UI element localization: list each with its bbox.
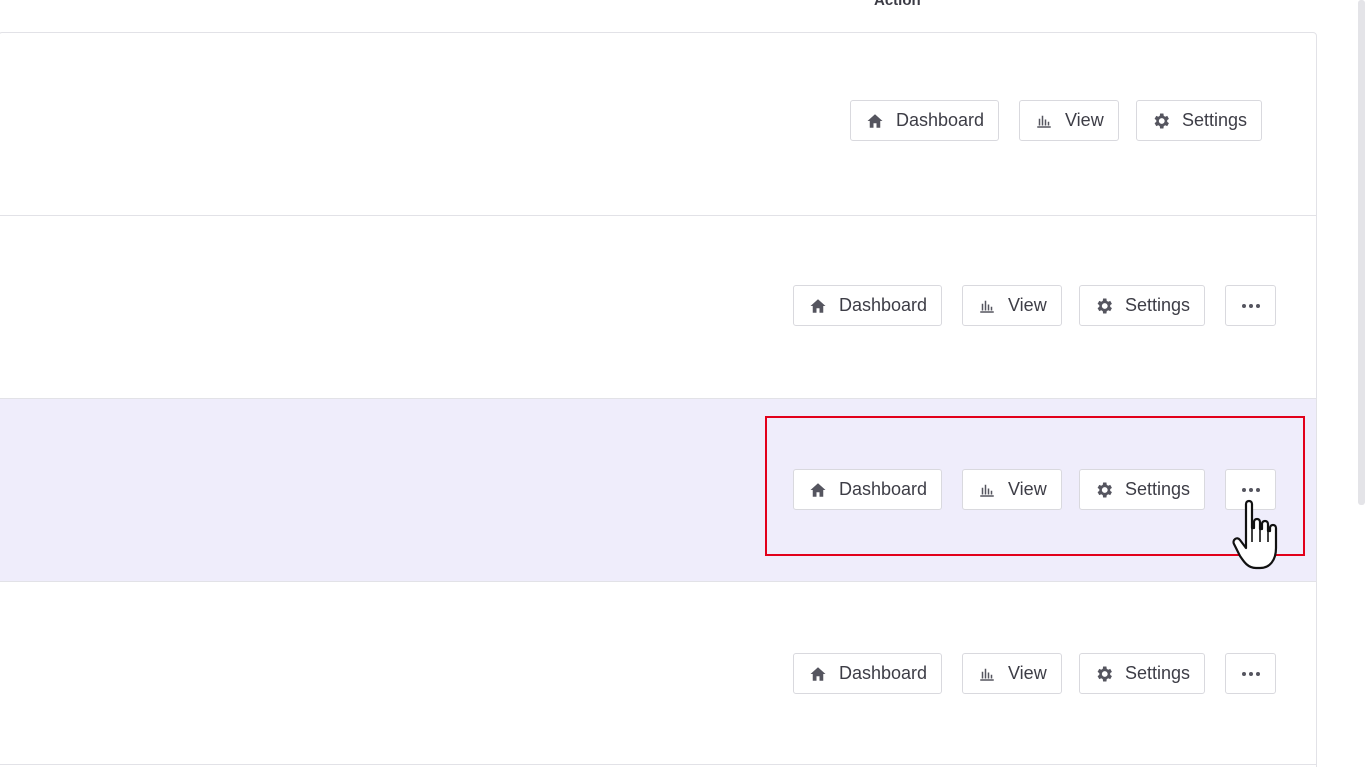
- gear-icon: [1094, 480, 1114, 500]
- settings-button[interactable]: Settings: [1079, 285, 1206, 326]
- actions-table: Dashboard View Settings Dashboard View S…: [0, 32, 1317, 767]
- gear-icon: [1094, 296, 1114, 316]
- dashboard-button[interactable]: Dashboard: [793, 469, 943, 510]
- settings-button-label: Settings: [1125, 663, 1191, 683]
- bar-chart-icon: [977, 664, 997, 684]
- settings-button[interactable]: Settings: [1079, 653, 1206, 694]
- dashboard-button[interactable]: Dashboard: [793, 653, 943, 694]
- view-button-label: View: [1008, 295, 1047, 315]
- gear-icon: [1151, 111, 1171, 131]
- bar-chart-icon: [1034, 111, 1054, 131]
- more-horizontal-icon: [1239, 480, 1263, 500]
- view-button-label: View: [1008, 663, 1047, 683]
- settings-button-label: Settings: [1125, 295, 1191, 315]
- more-actions-button[interactable]: [1225, 653, 1276, 694]
- dashboard-button-label: Dashboard: [896, 110, 985, 130]
- view-button[interactable]: View: [962, 469, 1062, 510]
- view-button-label: View: [1008, 479, 1047, 499]
- dashboard-button[interactable]: Dashboard: [850, 100, 1000, 141]
- table-row: Dashboard View Settings: [0, 216, 1316, 399]
- vertical-scrollbar[interactable]: [1358, 0, 1365, 505]
- home-icon: [808, 664, 828, 684]
- page: Action Dashboard View Settings Dashboard…: [0, 0, 1365, 767]
- bar-chart-icon: [977, 296, 997, 316]
- home-icon: [808, 480, 828, 500]
- settings-button[interactable]: Settings: [1136, 100, 1263, 141]
- more-actions-button[interactable]: [1225, 469, 1276, 510]
- home-icon: [865, 111, 885, 131]
- settings-button-label: Settings: [1182, 110, 1248, 130]
- dashboard-button-label: Dashboard: [839, 663, 928, 683]
- dashboard-button-label: Dashboard: [839, 295, 928, 315]
- gear-icon: [1094, 664, 1114, 684]
- settings-button-label: Settings: [1125, 479, 1191, 499]
- table-row-selected: Dashboard View Settings: [0, 399, 1316, 582]
- dashboard-button-label: Dashboard: [839, 479, 928, 499]
- table-row: Dashboard View Settings: [0, 582, 1316, 765]
- settings-button[interactable]: Settings: [1079, 469, 1206, 510]
- more-actions-button[interactable]: [1225, 285, 1276, 326]
- view-button[interactable]: View: [962, 285, 1062, 326]
- dashboard-button[interactable]: Dashboard: [793, 285, 943, 326]
- more-horizontal-icon: [1239, 296, 1263, 316]
- bar-chart-icon: [977, 480, 997, 500]
- view-button-label: View: [1065, 110, 1104, 130]
- table-row: Dashboard View Settings: [0, 33, 1316, 216]
- view-button[interactable]: View: [1019, 100, 1119, 141]
- column-header-action: Action: [874, 0, 921, 9]
- more-horizontal-icon: [1239, 664, 1263, 684]
- view-button[interactable]: View: [962, 653, 1062, 694]
- home-icon: [808, 296, 828, 316]
